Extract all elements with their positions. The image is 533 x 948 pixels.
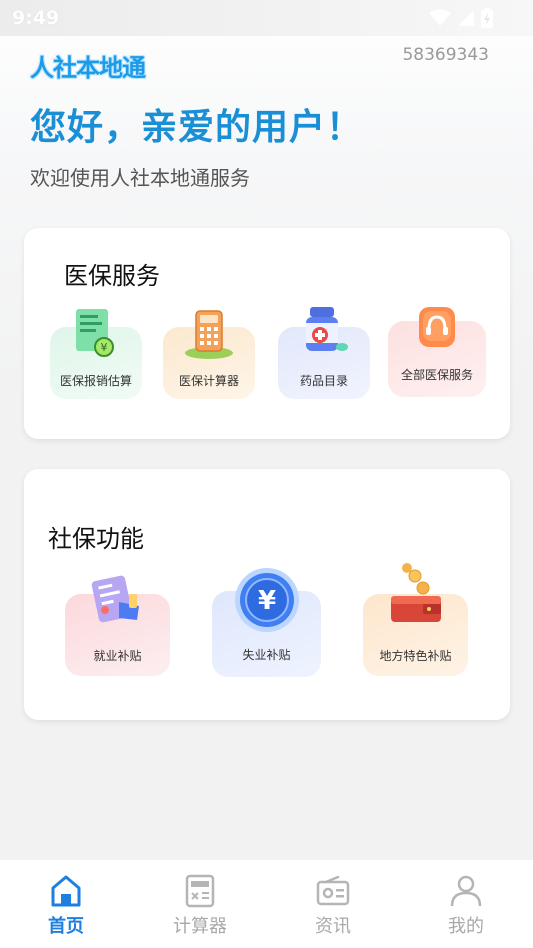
svg-text:¥: ¥ (257, 586, 275, 616)
card-title: 社保功能 (48, 525, 144, 553)
social-security-card: 社保功能 就业补贴 ¥ 失业补贴 地方特色补贴 (24, 469, 510, 720)
app-logo: 人社本地通 (30, 54, 146, 82)
medical-reimbursement-tile[interactable]: ¥ 医保报销估算 (50, 309, 142, 399)
unemployment-subsidy-tile[interactable]: ¥ 失业补贴 (212, 568, 321, 677)
nav-calculator[interactable]: 计算器 (155, 874, 245, 938)
reimbursement-document-icon: ¥ (76, 309, 114, 357)
medical-services-card: 医保服务 ¥ 医保报销估算 医保计算器 药品目录 全部医保服务 (24, 228, 510, 439)
user-id: 58369343 (402, 45, 489, 65)
card-title: 医保服务 (64, 262, 160, 290)
status-icons (429, 8, 493, 28)
tile-label: 药品目录 (299, 374, 348, 388)
nav-label: 首页 (48, 916, 84, 937)
wifi-icon (429, 9, 451, 26)
employment-subsidy-tile[interactable]: 就业补贴 (65, 575, 170, 676)
svg-text:¥: ¥ (101, 341, 108, 354)
local-special-subsidy-tile[interactable]: 地方特色补贴 (363, 563, 468, 676)
wallet-coins-icon (390, 563, 441, 622)
tile-label: 医保计算器 (178, 374, 239, 388)
tile-label: 医保报销估算 (59, 374, 132, 388)
nav-label: 计算器 (173, 916, 227, 937)
welcome-subtitle: 欢迎使用人社本地通服务 (30, 166, 250, 190)
tile-label: 就业补贴 (93, 649, 142, 663)
calculator-icon (185, 310, 233, 359)
headset-service-icon (419, 307, 455, 347)
nav-label: 资讯 (315, 916, 351, 937)
nav-profile[interactable]: 我的 (421, 874, 511, 938)
battery-icon (481, 8, 493, 28)
home-icon (51, 875, 81, 907)
greeting-title: 您好，亲爱的用户！ (30, 107, 364, 148)
nav-home[interactable]: 首页 (21, 874, 111, 938)
drug-catalog-tile[interactable]: 药品目录 (278, 307, 370, 399)
nav-label: 我的 (448, 916, 484, 937)
calculator-icon (185, 874, 215, 908)
tile-label: 地方特色补贴 (379, 649, 452, 663)
bottom-nav: 首页 计算器 资讯 我的 (0, 860, 533, 948)
status-time: 9:49 (12, 7, 60, 29)
nav-news[interactable]: 资讯 (288, 874, 378, 938)
tile-label: 全部医保服务 (400, 368, 473, 382)
radio-news-icon (316, 875, 350, 906)
yuan-coin-icon: ¥ (234, 568, 299, 632)
status-bar: 9:49 (0, 0, 533, 36)
medical-calculator-tile[interactable]: 医保计算器 (163, 310, 255, 399)
person-icon (450, 875, 482, 907)
tile-label: 失业补贴 (242, 648, 291, 662)
all-medical-services-tile[interactable]: 全部医保服务 (388, 307, 486, 397)
employment-form-icon (91, 575, 139, 623)
medicine-bottle-icon (306, 307, 348, 351)
signal-icon (458, 10, 474, 26)
